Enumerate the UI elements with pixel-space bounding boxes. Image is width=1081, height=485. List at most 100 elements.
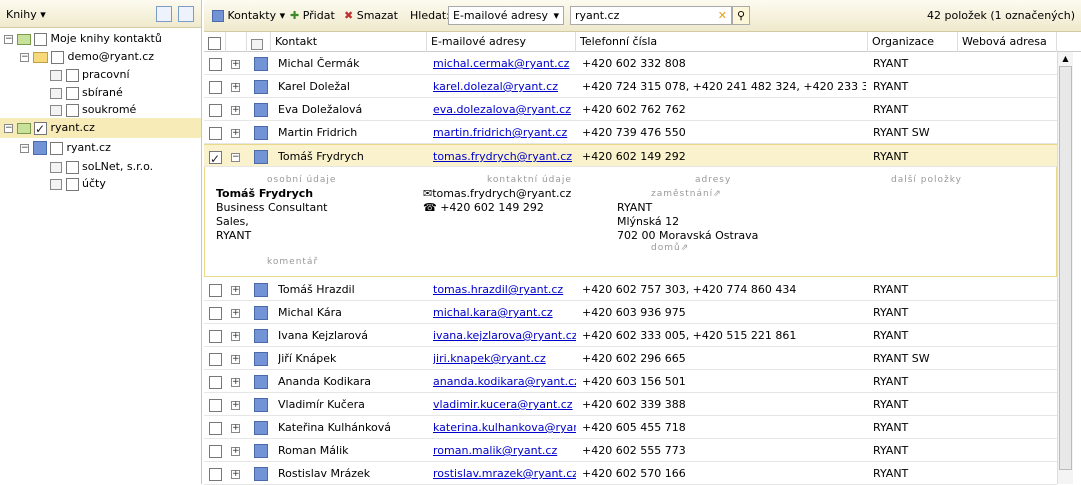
contact-email-link[interactable]: michal.cermak@ryant.cz xyxy=(433,52,576,75)
row-checkbox[interactable] xyxy=(209,352,222,366)
collapse-icon[interactable]: − xyxy=(4,123,13,133)
table-row[interactable]: + Kateřina Kulhánková katerina.kulhankova@… xyxy=(204,416,1057,439)
tree-item-accounts[interactable]: účty xyxy=(50,174,106,194)
table-row[interactable]: − Tomáš Frydrych tomas.frydrych@ryant.cz +4… xyxy=(204,144,1057,168)
row-checkbox[interactable] xyxy=(209,126,222,140)
expand-icon[interactable]: + xyxy=(231,59,240,69)
expand-icon[interactable]: + xyxy=(231,128,240,138)
contact-email-link[interactable]: karel.dolezal@ryant.cz xyxy=(433,75,576,98)
checkbox[interactable] xyxy=(65,177,79,191)
column-web[interactable]: Webová adresa xyxy=(958,32,1057,52)
search-input[interactable]: ryant.cz ✕ xyxy=(570,6,732,25)
contact-email-link[interactable]: martin.fridrich@ryant.cz xyxy=(433,121,576,144)
contact-email-link[interactable]: michal.kara@ryant.cz xyxy=(433,301,576,324)
table-row[interactable]: + Eva Doležalová eva.dolezalova@ryant.cz +4… xyxy=(204,98,1057,121)
checkbox[interactable] xyxy=(34,119,47,139)
select-all-checkbox[interactable] xyxy=(204,32,226,52)
table-row[interactable]: + Vladimír Kučera vladimir.kucera@ryant.cz… xyxy=(204,393,1057,416)
column-org[interactable]: Organizace xyxy=(868,32,958,52)
row-checkbox[interactable] xyxy=(209,398,222,412)
expand-icon[interactable]: + xyxy=(231,423,240,433)
tree-view-icon[interactable] xyxy=(178,6,194,22)
contact-email-link[interactable]: rostislav.mrazek@ryant.cz xyxy=(433,462,576,485)
checkbox[interactable] xyxy=(65,68,79,82)
books-menu[interactable]: Knihy ▾ xyxy=(6,8,46,21)
row-checkbox[interactable] xyxy=(209,103,222,117)
search-icon[interactable]: ⚲ xyxy=(732,6,750,25)
contact-email-link[interactable]: jiri.knapek@ryant.cz xyxy=(433,347,576,370)
contact-email-link[interactable]: ivana.kejzlarova@ryant.cz xyxy=(433,324,576,347)
contact-email-link[interactable]: eva.dolezalova@ryant.cz xyxy=(433,98,576,121)
delete-button[interactable]: ✖ Smazat xyxy=(344,9,398,22)
expand-icon[interactable]: + xyxy=(231,354,240,364)
checkbox[interactable] xyxy=(51,50,64,64)
table-row[interactable]: + Rostislav Mrázek rostislav.mrazek@ryant.… xyxy=(204,462,1057,485)
clear-icon[interactable]: ✕ xyxy=(718,7,727,24)
row-checkbox[interactable] xyxy=(209,421,222,435)
row-checkbox[interactable] xyxy=(209,148,222,168)
expand-icon[interactable]: + xyxy=(231,285,240,295)
expand-icon[interactable]: + xyxy=(231,82,240,92)
checkbox[interactable] xyxy=(65,160,79,174)
collapse-icon[interactable]: − xyxy=(4,34,13,44)
expand-icon[interactable]: + xyxy=(231,469,240,479)
type-column-icon[interactable] xyxy=(247,32,271,52)
search-field-select[interactable]: E-mailové adresy ▾ xyxy=(448,6,564,25)
contact-email-link[interactable]: tomas.hrazdil@ryant.cz xyxy=(433,278,576,301)
row-checkbox[interactable] xyxy=(209,57,222,71)
collapse-icon[interactable]: − xyxy=(231,152,240,162)
expand-icon[interactable]: + xyxy=(231,400,240,410)
add-button[interactable]: ✚ Přidat xyxy=(290,9,335,22)
table-row[interactable]: + Ananda Kodikara ananda.kodikara@ryant.cz… xyxy=(204,370,1057,393)
contact-org: RYANT xyxy=(873,80,909,93)
row-checkbox[interactable] xyxy=(209,375,222,389)
expand-icon[interactable]: + xyxy=(231,446,240,456)
detail-email[interactable]: ✉tomas.frydrych@ryant.cz xyxy=(423,187,571,200)
row-checkbox[interactable] xyxy=(209,283,222,297)
expand-icon[interactable]: + xyxy=(231,377,240,387)
checkbox[interactable] xyxy=(65,86,79,100)
scroll-thumb[interactable] xyxy=(1059,66,1072,470)
row-checkbox[interactable] xyxy=(209,329,222,343)
checkbox[interactable] xyxy=(34,32,47,46)
table-row[interactable]: + Karel Doležal karel.dolezal@ryant.cz +420… xyxy=(204,75,1057,98)
row-checkbox[interactable] xyxy=(209,467,222,481)
contact-email-link[interactable]: roman.malik@ryant.cz xyxy=(433,439,576,462)
contact-email-link[interactable]: katerina.kulhankova@ryant.cz xyxy=(433,416,576,439)
scroll-up-icon[interactable]: ▲ xyxy=(1060,54,1071,64)
new-book-icon[interactable] xyxy=(156,6,172,22)
tree-item-demo[interactable]: − demo@ryant.cz xyxy=(20,47,154,67)
checkbox[interactable] xyxy=(65,103,79,117)
table-row[interactable]: + Tomáš Hrazdil tomas.hrazdil@ryant.cz +420… xyxy=(204,278,1057,301)
contact-email-link[interactable]: vladimir.kucera@ryant.cz xyxy=(433,393,576,416)
tree-item-private[interactable]: soukromé xyxy=(50,100,136,120)
contact-email-link[interactable]: tomas.frydrych@ryant.cz xyxy=(433,145,576,168)
expand-icon[interactable]: + xyxy=(231,331,240,341)
contacts-menu[interactable]: Kontakty ▾ xyxy=(212,9,285,22)
row-checkbox[interactable] xyxy=(209,306,222,320)
scrollbar[interactable]: ▲ xyxy=(1057,52,1073,484)
tree-item-work[interactable]: pracovní xyxy=(50,65,130,85)
tree-item-my-books[interactable]: − Moje knihy kontaktů xyxy=(4,29,162,49)
collapse-icon[interactable]: − xyxy=(20,143,29,153)
address-home-label[interactable]: domů⇗ xyxy=(651,243,689,253)
table-row[interactable]: + Michal Čermák michal.cermak@ryant.cz +420… xyxy=(204,52,1057,75)
row-checkbox[interactable] xyxy=(209,80,222,94)
expand-icon[interactable]: + xyxy=(231,105,240,115)
row-checkbox[interactable] xyxy=(209,444,222,458)
table-row[interactable]: + Ivana Kejzlarová ivana.kejzlarova@ryant.… xyxy=(204,324,1057,347)
column-phone[interactable]: Telefonní čísla xyxy=(576,32,868,52)
table-row[interactable]: + Martin Fridrich martin.fridrich@ryant.cz… xyxy=(204,121,1057,144)
table-row[interactable]: + Jiří Knápek jiri.knapek@ryant.cz +420 602… xyxy=(204,347,1057,370)
table-row[interactable]: + Roman Málik roman.malik@ryant.cz +420 602… xyxy=(204,439,1057,462)
table-row[interactable]: + Michal Kára michal.kara@ryant.cz +420 603… xyxy=(204,301,1057,324)
tree-item-ryant[interactable]: − ryant.cz xyxy=(4,118,95,139)
column-contact[interactable]: Kontakt xyxy=(271,32,427,52)
collapse-icon[interactable]: − xyxy=(20,52,29,62)
checkbox[interactable] xyxy=(50,141,63,155)
column-email[interactable]: E-mailové adresy xyxy=(427,32,576,52)
expand-icon[interactable]: + xyxy=(231,308,240,318)
address-work-label[interactable]: zaměstnání⇗ xyxy=(651,189,722,199)
contact-email-link[interactable]: ananda.kodikara@ryant.cz xyxy=(433,370,576,393)
tree-item-ryant-sub[interactable]: − ryant.cz xyxy=(20,138,111,158)
